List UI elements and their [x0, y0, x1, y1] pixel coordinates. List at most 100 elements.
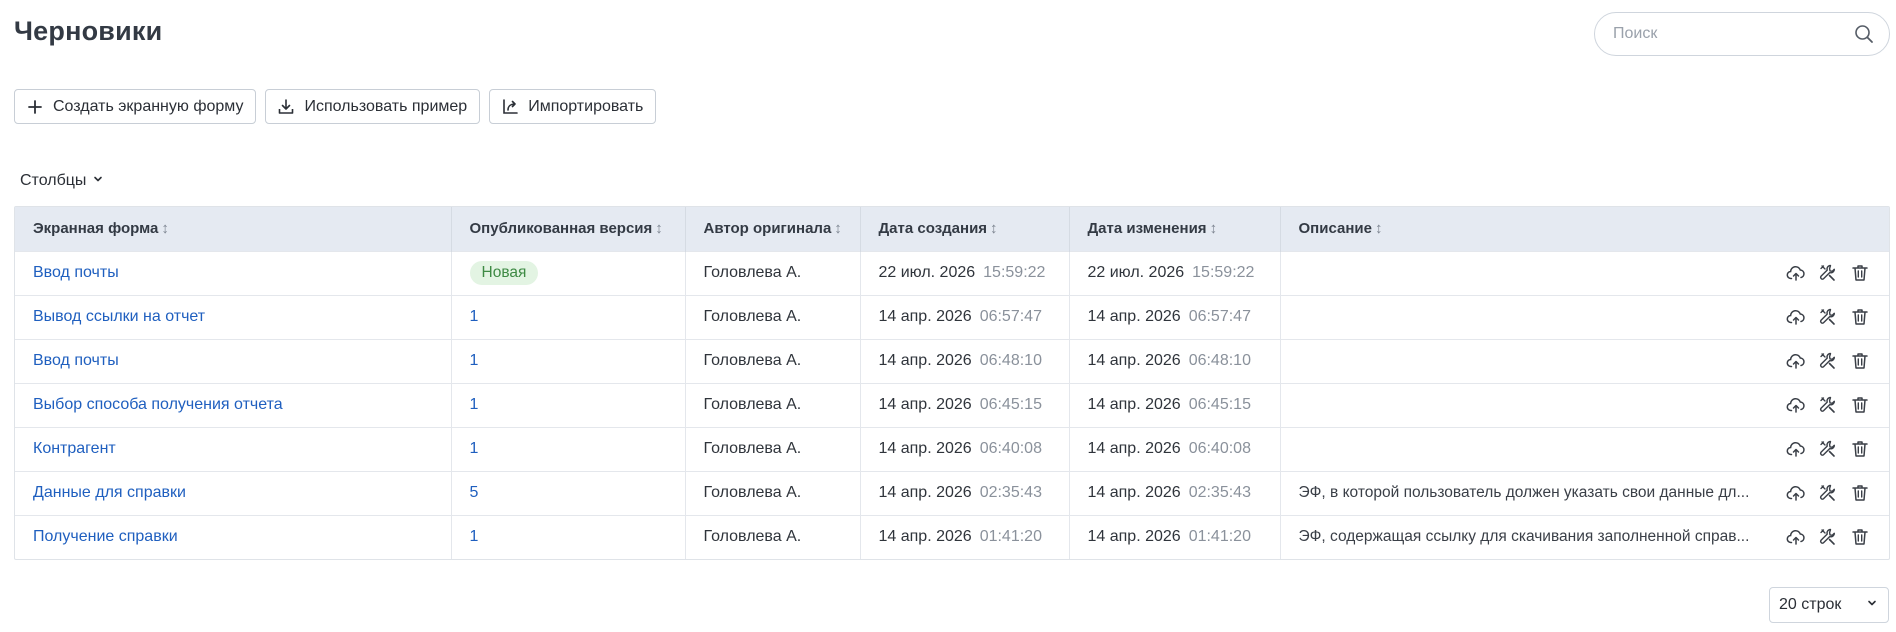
trash-icon[interactable] [1849, 438, 1871, 460]
cell-version: 1 [451, 339, 686, 383]
use-example-label: Использовать пример [304, 97, 468, 115]
sort-icon[interactable]: ↕ [161, 220, 169, 237]
column-header-author[interactable]: Автор оригинала ↕ [685, 207, 861, 251]
cloud-upload-icon[interactable] [1785, 350, 1807, 372]
cell-modified: 14 апр. 2026 01:41:20 [1069, 515, 1281, 559]
cloud-upload-icon[interactable] [1785, 526, 1807, 548]
table-row: Ввод почты Новая Головлева А. 22 июл. 2026 1… [15, 251, 1889, 295]
cell-modified: 14 апр. 2026 06:40:08 [1069, 427, 1281, 471]
edit-tools-icon[interactable] [1817, 306, 1839, 328]
cell-description: ЭФ, содержащая ссылку для скачивания зап… [1280, 515, 1889, 559]
modified-time: 01:41:20 [1188, 528, 1251, 546]
cell-description [1280, 295, 1889, 339]
cloud-upload-icon[interactable] [1785, 306, 1807, 328]
cell-description [1280, 383, 1889, 427]
version-link[interactable]: 1 [470, 528, 479, 545]
cloud-upload-icon[interactable] [1785, 262, 1807, 284]
created-date: 22 июл. 2026 [878, 264, 976, 281]
search-icon[interactable] [1853, 23, 1875, 45]
sort-icon[interactable]: ↕ [834, 220, 842, 237]
import-icon [500, 97, 520, 117]
edit-tools-icon[interactable] [1817, 262, 1839, 284]
cell-version: 1 [451, 515, 686, 559]
cell-created: 14 апр. 2026 06:40:08 [860, 427, 1070, 471]
cloud-upload-icon[interactable] [1785, 438, 1807, 460]
sort-icon[interactable]: ↕ [1375, 220, 1383, 237]
edit-tools-icon[interactable] [1817, 438, 1839, 460]
trash-icon[interactable] [1849, 306, 1871, 328]
cell-description [1280, 251, 1889, 295]
column-header-created[interactable]: Дата создания ↕ [860, 207, 1070, 251]
trash-icon[interactable] [1849, 482, 1871, 504]
created-date: 14 апр. 2026 [878, 484, 972, 501]
column-header-description[interactable]: Описание ↕ [1280, 207, 1889, 251]
import-label: Импортировать [528, 97, 644, 115]
form-link[interactable]: Контрагент [33, 440, 116, 457]
table-header-row: Экранная форма ↕ Опубликованная версия ↕ А… [15, 207, 1889, 251]
description-text: ЭФ, в которой пользователь должен указат… [1298, 484, 1750, 501]
sort-icon[interactable]: ↕ [1210, 220, 1218, 237]
form-link[interactable]: Получение справки [33, 528, 178, 545]
row-actions [1785, 526, 1871, 548]
table-row: Данные для справки 5 Головлева А. 14 апр. 2… [15, 471, 1889, 515]
trash-icon[interactable] [1849, 394, 1871, 416]
form-link[interactable]: Вывод ссылки на отчет [33, 308, 205, 325]
plus-icon [25, 97, 45, 117]
cell-author: Головлева А. [685, 471, 861, 515]
search-box [1594, 12, 1890, 56]
modified-time: 06:45:15 [1188, 396, 1251, 413]
rows-per-page-select[interactable]: 20 строк [1769, 587, 1889, 623]
created-time: 06:48:10 [979, 352, 1042, 369]
cell-modified: 14 апр. 2026 02:35:43 [1069, 471, 1281, 515]
row-actions [1785, 350, 1871, 372]
cell-description [1280, 427, 1889, 471]
created-time: 02:35:43 [979, 484, 1042, 501]
cell-created: 22 июл. 2026 15:59:22 [860, 251, 1070, 295]
use-example-button[interactable]: Использовать пример [265, 89, 481, 124]
column-header-version[interactable]: Опубликованная версия ↕ [451, 207, 686, 251]
created-date: 14 апр. 2026 [878, 528, 972, 546]
cloud-upload-icon[interactable] [1785, 482, 1807, 504]
version-link[interactable]: 1 [470, 440, 479, 457]
created-time: 06:45:15 [979, 396, 1042, 413]
version-link[interactable]: 1 [470, 396, 479, 413]
created-time: 01:41:20 [979, 528, 1042, 546]
form-link[interactable]: Выбор способа получения отчета [33, 396, 283, 413]
modified-date: 14 апр. 2026 [1087, 352, 1181, 369]
version-link[interactable]: 1 [470, 308, 479, 325]
form-link[interactable]: Ввод почты [33, 264, 119, 281]
cloud-upload-icon[interactable] [1785, 394, 1807, 416]
form-link[interactable]: Данные для справки [33, 484, 186, 501]
cell-author: Головлева А. [685, 251, 861, 295]
cell-form: Ввод почты [15, 339, 452, 383]
trash-icon[interactable] [1849, 526, 1871, 548]
created-date: 14 апр. 2026 [878, 440, 972, 457]
cell-author: Головлева А. [685, 383, 861, 427]
form-link[interactable]: Ввод почты [33, 352, 119, 369]
rows-per-page-label: 20 строк [1779, 596, 1842, 613]
row-actions [1785, 394, 1871, 416]
columns-toggle[interactable]: Столбцы [20, 172, 104, 190]
sort-icon[interactable]: ↕ [655, 220, 663, 237]
edit-tools-icon[interactable] [1817, 526, 1839, 548]
cell-version: 1 [451, 427, 686, 471]
sort-icon[interactable]: ↕ [990, 220, 998, 237]
trash-icon[interactable] [1849, 350, 1871, 372]
column-header-modified[interactable]: Дата изменения ↕ [1069, 207, 1281, 251]
search-input[interactable] [1613, 25, 1853, 43]
edit-tools-icon[interactable] [1817, 482, 1839, 504]
description-text: ЭФ, содержащая ссылку для скачивания зап… [1298, 528, 1750, 546]
version-link[interactable]: 5 [470, 484, 479, 501]
create-form-button[interactable]: Создать экранную форму [14, 89, 257, 124]
created-date: 14 апр. 2026 [878, 308, 972, 325]
edit-tools-icon[interactable] [1817, 394, 1839, 416]
version-link[interactable]: 1 [470, 352, 479, 369]
edit-tools-icon[interactable] [1817, 350, 1839, 372]
column-header-form[interactable]: Экранная форма ↕ [15, 207, 452, 251]
cell-version: 1 [451, 295, 686, 339]
cell-form: Контрагент [15, 427, 452, 471]
cell-author: Головлева А. [685, 515, 861, 559]
import-button[interactable]: Импортировать [489, 89, 657, 124]
trash-icon[interactable] [1849, 262, 1871, 284]
columns-toggle-label: Столбцы [20, 172, 87, 189]
